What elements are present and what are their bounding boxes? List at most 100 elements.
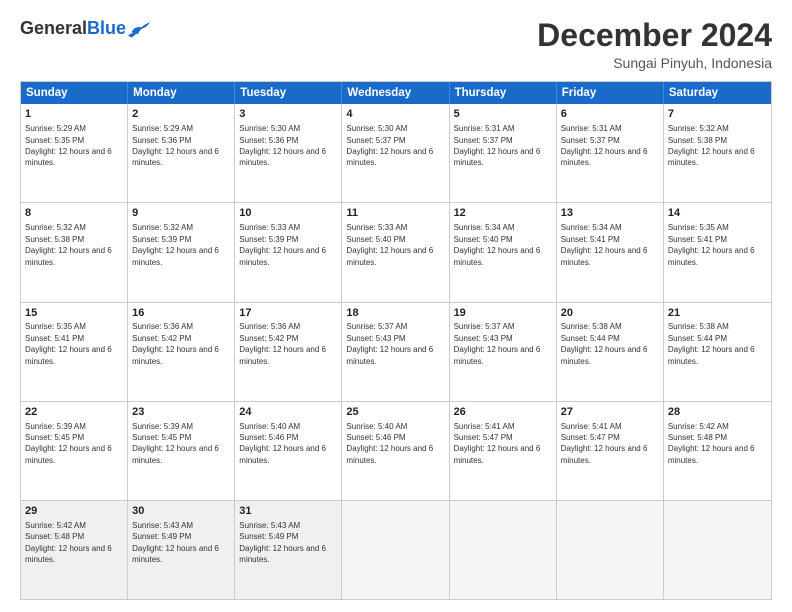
cell-info: Sunrise: 5:34 AMSunset: 5:41 PMDaylight:… <box>561 223 648 266</box>
day-number: 20 <box>561 306 659 321</box>
cell-info: Sunrise: 5:31 AMSunset: 5:37 PMDaylight:… <box>561 124 648 167</box>
day-number: 11 <box>346 206 444 221</box>
day-number: 19 <box>454 306 552 321</box>
cell-info: Sunrise: 5:43 AMSunset: 5:49 PMDaylight:… <box>132 521 219 564</box>
table-row: 12 Sunrise: 5:34 AMSunset: 5:40 PMDayligh… <box>450 203 557 301</box>
header-day-monday: Monday <box>128 82 235 104</box>
table-row: 25Sunrise: 5:40 AMSunset: 5:46 PMDayligh… <box>342 402 449 500</box>
day-number: 15 <box>25 306 123 321</box>
empty-cell <box>450 501 557 599</box>
day-number: 27 <box>561 405 659 420</box>
cell-info: Sunrise: 5:38 AMSunset: 5:44 PMDaylight:… <box>668 322 755 365</box>
table-row: 23 Sunrise: 5:39 AMSunset: 5:45 PMDayligh… <box>128 402 235 500</box>
table-row: 1Sunrise: 5:29 AMSunset: 5:35 PMDaylight… <box>21 104 128 202</box>
table-row: 30 Sunrise: 5:43 AMSunset: 5:49 PMDayligh… <box>128 501 235 599</box>
page-title: December 2024 <box>537 18 772 53</box>
table-row: 13 Sunrise: 5:34 AMSunset: 5:41 PMDayligh… <box>557 203 664 301</box>
cell-info: Sunrise: 5:30 AMSunset: 5:36 PMDaylight:… <box>239 124 326 167</box>
cell-info: Sunrise: 5:30 AMSunset: 5:37 PMDaylight:… <box>346 124 433 167</box>
day-number: 2 <box>132 107 230 122</box>
cell-info: Sunrise: 5:29 AMSunset: 5:36 PMDaylight:… <box>132 124 219 167</box>
header-day-sunday: Sunday <box>21 82 128 104</box>
location-subtitle: Sungai Pinyuh, Indonesia <box>537 55 772 71</box>
table-row: 26 Sunrise: 5:41 AMSunset: 5:47 PMDayligh… <box>450 402 557 500</box>
day-number: 17 <box>239 306 337 321</box>
day-number: 26 <box>454 405 552 420</box>
table-row: 10 Sunrise: 5:33 AMSunset: 5:39 PMDayligh… <box>235 203 342 301</box>
logo-text: GeneralBlue <box>20 18 150 39</box>
day-number: 21 <box>668 306 767 321</box>
header-day-wednesday: Wednesday <box>342 82 449 104</box>
day-number: 13 <box>561 206 659 221</box>
table-row: 14 Sunrise: 5:35 AMSunset: 5:41 PMDayligh… <box>664 203 771 301</box>
table-row: 29Sunrise: 5:42 AMSunset: 5:48 PMDayligh… <box>21 501 128 599</box>
day-number: 24 <box>239 405 337 420</box>
table-row: 22Sunrise: 5:39 AMSunset: 5:45 PMDayligh… <box>21 402 128 500</box>
cell-info: Sunrise: 5:37 AMSunset: 5:43 PMDaylight:… <box>454 322 541 365</box>
cell-info: Sunrise: 5:40 AMSunset: 5:46 PMDaylight:… <box>239 422 326 465</box>
logo-general: GeneralBlue <box>20 18 126 39</box>
cell-info: Sunrise: 5:41 AMSunset: 5:47 PMDaylight:… <box>454 422 541 465</box>
table-row: 16Sunrise: 5:36 AMSunset: 5:42 PMDayligh… <box>128 303 235 401</box>
cell-info: Sunrise: 5:41 AMSunset: 5:47 PMDaylight:… <box>561 422 648 465</box>
cell-info: Sunrise: 5:36 AMSunset: 5:42 PMDaylight:… <box>239 322 326 365</box>
empty-cell <box>342 501 449 599</box>
cell-info: Sunrise: 5:35 AMSunset: 5:41 PMDaylight:… <box>668 223 755 266</box>
day-number: 7 <box>668 107 767 122</box>
cell-info: Sunrise: 5:31 AMSunset: 5:37 PMDaylight:… <box>454 124 541 167</box>
day-number: 23 <box>132 405 230 420</box>
day-number: 28 <box>668 405 767 420</box>
logo-bird-icon <box>128 20 150 38</box>
table-row: 24 Sunrise: 5:40 AMSunset: 5:46 PMDayligh… <box>235 402 342 500</box>
day-number: 31 <box>239 504 337 519</box>
table-row: 3Sunrise: 5:30 AMSunset: 5:36 PMDaylight… <box>235 104 342 202</box>
table-row: 20Sunrise: 5:38 AMSunset: 5:44 PMDayligh… <box>557 303 664 401</box>
table-row: 15Sunrise: 5:35 AMSunset: 5:41 PMDayligh… <box>21 303 128 401</box>
calendar-row-1: 1Sunrise: 5:29 AMSunset: 5:35 PMDaylight… <box>21 104 771 203</box>
cell-info: Sunrise: 5:42 AMSunset: 5:48 PMDaylight:… <box>25 521 112 564</box>
day-number: 30 <box>132 504 230 519</box>
header-day-saturday: Saturday <box>664 82 771 104</box>
calendar-header-row: SundayMondayTuesdayWednesdayThursdayFrid… <box>21 82 771 104</box>
day-number: 12 <box>454 206 552 221</box>
table-row: 7 Sunrise: 5:32 AMSunset: 5:38 PMDaylight… <box>664 104 771 202</box>
day-number: 5 <box>454 107 552 122</box>
day-number: 16 <box>132 306 230 321</box>
cell-info: Sunrise: 5:39 AMSunset: 5:45 PMDaylight:… <box>132 422 219 465</box>
cell-info: Sunrise: 5:32 AMSunset: 5:38 PMDaylight:… <box>25 223 112 266</box>
table-row: 8 Sunrise: 5:32 AMSunset: 5:38 PMDaylight… <box>21 203 128 301</box>
empty-cell <box>664 501 771 599</box>
day-number: 9 <box>132 206 230 221</box>
cell-info: Sunrise: 5:33 AMSunset: 5:39 PMDaylight:… <box>239 223 326 266</box>
calendar: SundayMondayTuesdayWednesdayThursdayFrid… <box>20 81 772 600</box>
header-day-thursday: Thursday <box>450 82 557 104</box>
table-row: 11 Sunrise: 5:33 AMSunset: 5:40 PMDayligh… <box>342 203 449 301</box>
day-number: 1 <box>25 107 123 122</box>
table-row: 18Sunrise: 5:37 AMSunset: 5:43 PMDayligh… <box>342 303 449 401</box>
table-row: 2 Sunrise: 5:29 AMSunset: 5:36 PMDaylight… <box>128 104 235 202</box>
calendar-body: 1Sunrise: 5:29 AMSunset: 5:35 PMDaylight… <box>21 104 771 599</box>
day-number: 6 <box>561 107 659 122</box>
cell-info: Sunrise: 5:34 AMSunset: 5:40 PMDaylight:… <box>454 223 541 266</box>
table-row: 4Sunrise: 5:30 AMSunset: 5:37 PMDaylight… <box>342 104 449 202</box>
table-row: 9Sunrise: 5:32 AMSunset: 5:39 PMDaylight… <box>128 203 235 301</box>
cell-info: Sunrise: 5:42 AMSunset: 5:48 PMDaylight:… <box>668 422 755 465</box>
day-number: 14 <box>668 206 767 221</box>
cell-info: Sunrise: 5:33 AMSunset: 5:40 PMDaylight:… <box>346 223 433 266</box>
table-row: 17Sunrise: 5:36 AMSunset: 5:42 PMDayligh… <box>235 303 342 401</box>
cell-info: Sunrise: 5:37 AMSunset: 5:43 PMDaylight:… <box>346 322 433 365</box>
header-day-tuesday: Tuesday <box>235 82 342 104</box>
title-block: December 2024 Sungai Pinyuh, Indonesia <box>537 18 772 71</box>
day-number: 8 <box>25 206 123 221</box>
cell-info: Sunrise: 5:32 AMSunset: 5:38 PMDaylight:… <box>668 124 755 167</box>
day-number: 10 <box>239 206 337 221</box>
table-row: 28 Sunrise: 5:42 AMSunset: 5:48 PMDayligh… <box>664 402 771 500</box>
table-row: 19Sunrise: 5:37 AMSunset: 5:43 PMDayligh… <box>450 303 557 401</box>
cell-info: Sunrise: 5:38 AMSunset: 5:44 PMDaylight:… <box>561 322 648 365</box>
table-row: 6 Sunrise: 5:31 AMSunset: 5:37 PMDaylight… <box>557 104 664 202</box>
cell-info: Sunrise: 5:40 AMSunset: 5:46 PMDaylight:… <box>346 422 433 465</box>
logo: GeneralBlue <box>20 18 150 39</box>
page: GeneralBlue December 2024 Sungai Pinyuh,… <box>0 0 792 612</box>
calendar-row-4: 22Sunrise: 5:39 AMSunset: 5:45 PMDayligh… <box>21 402 771 501</box>
header-day-friday: Friday <box>557 82 664 104</box>
